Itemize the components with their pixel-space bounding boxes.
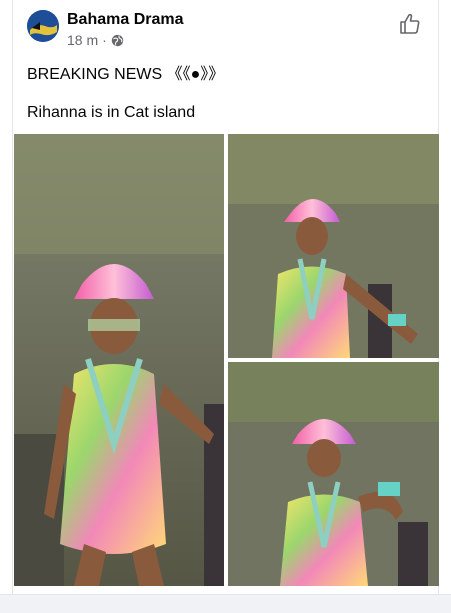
globe-icon <box>111 34 123 46</box>
post-header: Bahama Drama 18 m · <box>27 8 426 52</box>
next-post-edge <box>0 594 451 613</box>
photo-bottom-right[interactable] <box>228 362 439 586</box>
photo-main[interactable] <box>14 134 224 586</box>
meta-separator: · <box>102 32 107 48</box>
thumbs-up-icon[interactable] <box>398 12 422 36</box>
photo-grid <box>14 134 439 586</box>
photo-top-right[interactable] <box>228 134 439 358</box>
page-name[interactable]: Bahama Drama <box>67 11 184 29</box>
post-text-body: Rihanna is in Cat island <box>27 104 196 121</box>
post-time[interactable]: 18 m <box>67 32 98 48</box>
post-meta: 18 m · <box>67 32 124 48</box>
post-text-breaking-news: BREAKING NEWS 《《●》》 <box>27 66 225 83</box>
page-avatar[interactable] <box>27 10 59 42</box>
